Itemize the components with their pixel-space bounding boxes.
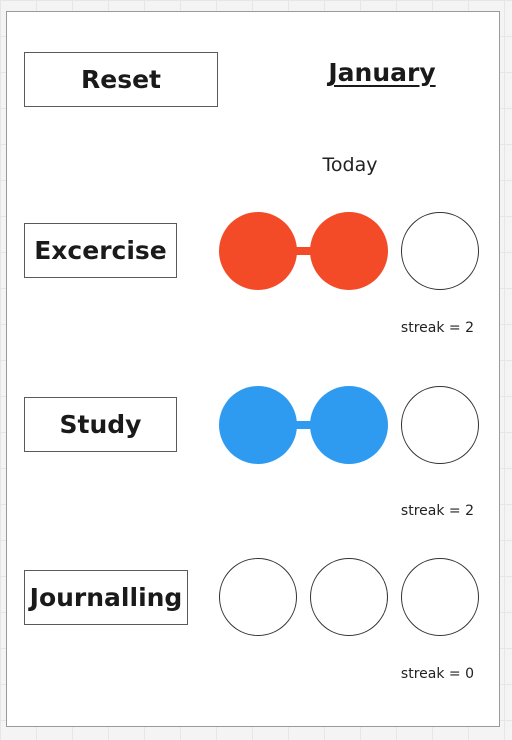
day-circle-2[interactable] — [310, 386, 388, 464]
habit-label-excercise[interactable]: Excercise — [24, 223, 177, 278]
day-circle-2[interactable] — [310, 212, 388, 290]
day-circle-today[interactable] — [401, 386, 479, 464]
month-title: January — [328, 58, 436, 87]
day-circle-1[interactable] — [219, 386, 297, 464]
day-circle-1[interactable] — [219, 212, 297, 290]
day-circle-1[interactable] — [219, 558, 297, 636]
day-circle-today[interactable] — [401, 212, 479, 290]
today-label: Today — [322, 154, 378, 176]
streak-count: streak = 2 — [400, 320, 474, 336]
streak-count: streak = 2 — [400, 503, 474, 519]
streak-count: streak = 0 — [400, 666, 474, 682]
reset-button[interactable]: Reset — [24, 52, 218, 107]
habit-label-journalling[interactable]: Journalling — [24, 570, 188, 625]
day-circle-2[interactable] — [310, 558, 388, 636]
day-circle-today[interactable] — [401, 558, 479, 636]
habit-label-study[interactable]: Study — [24, 397, 177, 452]
